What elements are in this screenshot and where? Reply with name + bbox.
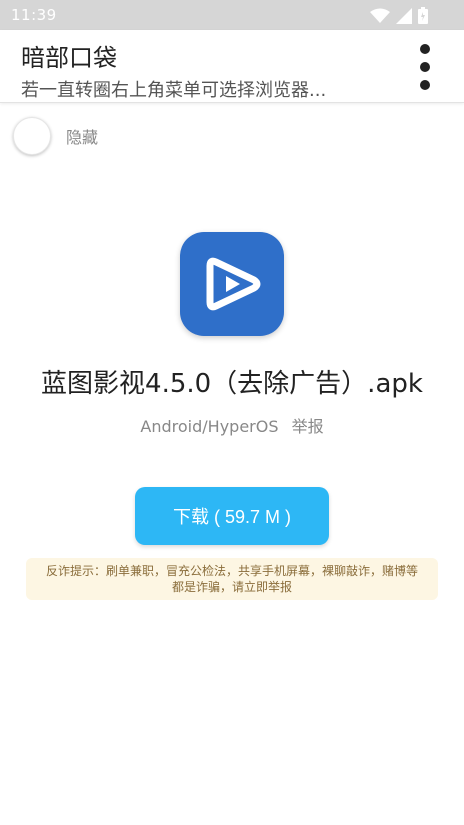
app-bar: 暗部口袋 若一直转圈右上角菜单可选择浏览器... — [0, 30, 464, 103]
file-name: 蓝图影视4.5.0（去除广告）.apk — [41, 369, 423, 399]
hide-row: 隐藏 — [13, 116, 98, 156]
battery-icon — [418, 7, 428, 24]
download-button[interactable]: 下载 ( 59.7 M ) — [135, 487, 329, 545]
more-vert-icon-dot — [420, 80, 430, 90]
app-icon — [180, 232, 284, 336]
more-menu-button[interactable] — [416, 44, 434, 90]
play-icon — [206, 257, 261, 311]
hide-label: 隐藏 — [66, 128, 99, 147]
platform-label: Android/HyperOS — [140, 417, 279, 436]
file-meta: Android/HyperOS 举报 — [0, 413, 464, 437]
signal-icon — [396, 7, 412, 24]
fraud-warning-line1: 反诈提示：刷单兼职，冒充公检法，共享手机屏幕，裸聊敲诈，赌博等 — [45, 564, 418, 578]
more-vert-icon-dot — [420, 62, 430, 72]
fraud-warning-line2: 都是诈骗，请立即举报 — [171, 580, 292, 594]
status-bar: 11:39 — [0, 0, 464, 30]
more-vert-icon — [420, 44, 430, 54]
status-time: 11:39 — [11, 6, 57, 24]
app-subtitle: 若一直转圈右上角菜单可选择浏览器... — [21, 80, 327, 101]
hide-toggle[interactable] — [13, 117, 51, 155]
report-link[interactable]: 举报 — [292, 417, 324, 436]
wifi-icon — [370, 8, 390, 23]
status-icons — [370, 7, 428, 24]
app-title: 暗部口袋 — [21, 44, 117, 72]
fraud-warning: 反诈提示：刷单兼职，冒充公检法，共享手机屏幕，裸聊敲诈，赌博等 都是诈骗，请立即… — [26, 558, 438, 600]
